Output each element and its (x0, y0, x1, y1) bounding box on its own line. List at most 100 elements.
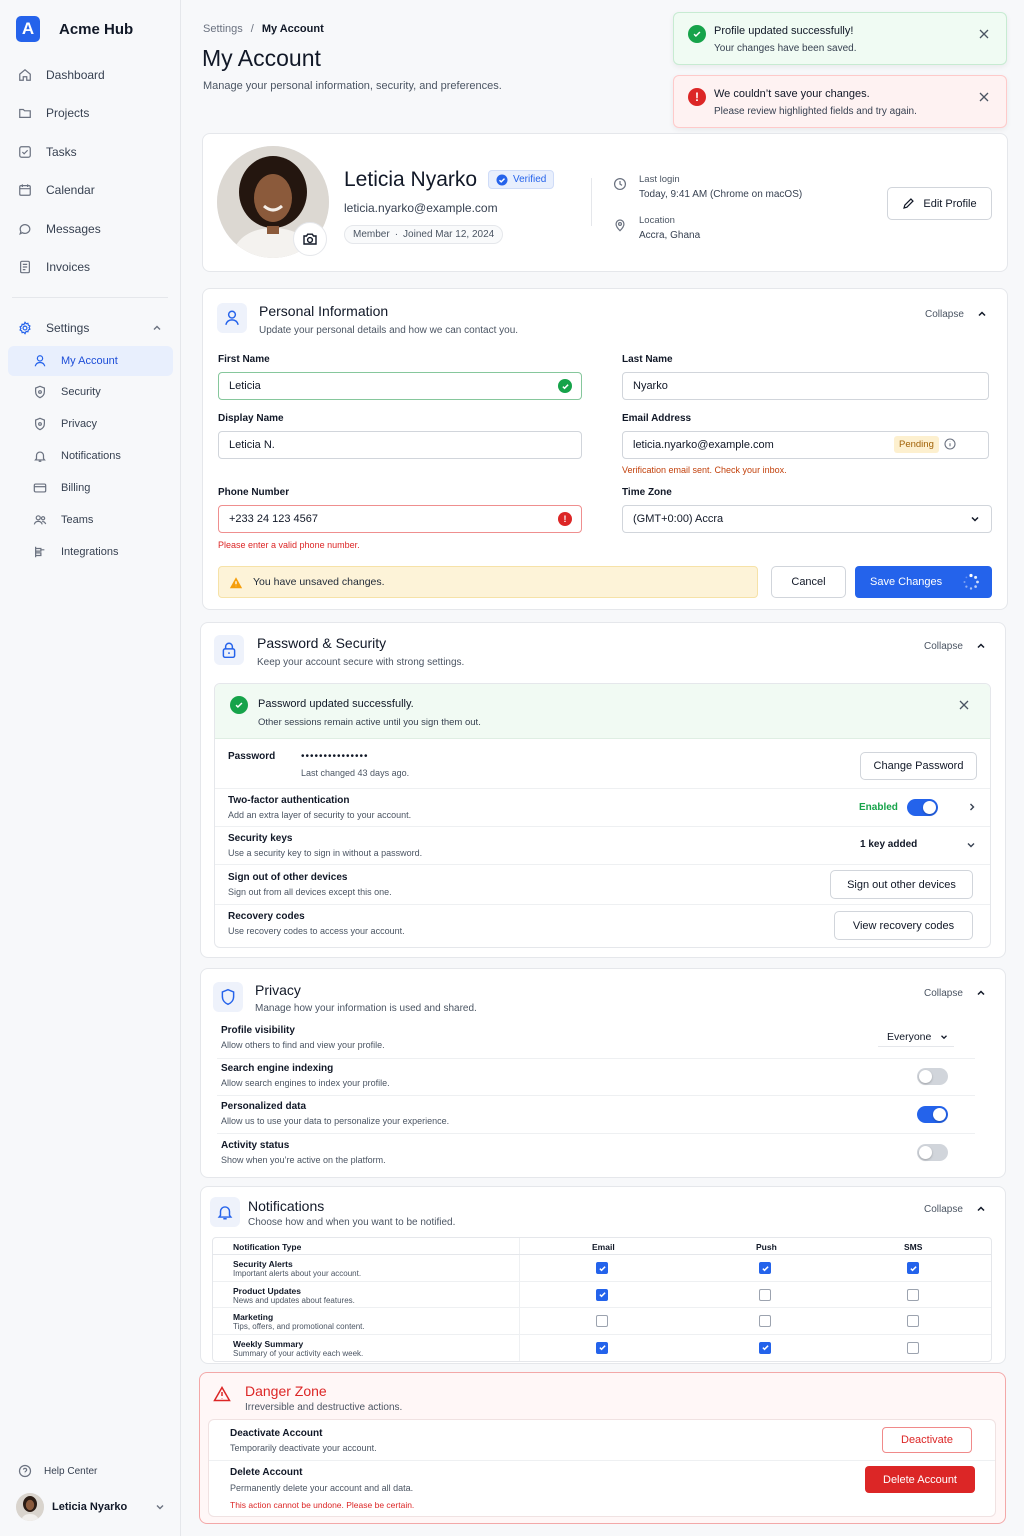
twofa-subtitle: Add an extra layer of security to your a… (228, 810, 412, 820)
view-recovery-codes-button[interactable]: View recovery codes (834, 911, 973, 940)
signout-devices-button[interactable]: Sign out other devices (830, 870, 973, 899)
collapse-button[interactable]: Collapse (925, 308, 988, 320)
brand[interactable]: A Acme Hub (16, 16, 133, 42)
toast-message: Your changes have been saved. (714, 43, 857, 54)
section-subtitle: Choose how and when you want to be notif… (248, 1217, 456, 1228)
email-checkbox[interactable] (596, 1341, 608, 1354)
email-checkbox[interactable] (596, 1262, 608, 1274)
chevron-down-icon (941, 1034, 948, 1039)
sidebar-item-my-account[interactable]: My Account (8, 346, 173, 376)
sidebar-item-settings[interactable]: Settings (8, 313, 173, 343)
toast-message: Please review highlighted fields and try… (714, 106, 917, 117)
row-divider (217, 1095, 975, 1096)
cancel-button[interactable]: Cancel (771, 566, 846, 598)
profile-card: Leticia Nyarko Verified leticia.nyarko@e… (202, 133, 1008, 272)
collapse-label: Collapse (924, 987, 963, 999)
plug-icon (35, 546, 45, 558)
joined-date: Joined Mar 12, 2024 (403, 229, 495, 240)
collapse-button[interactable]: Collapse (924, 987, 987, 999)
row-divider (215, 826, 990, 827)
breadcrumb-root[interactable]: Settings (203, 23, 243, 35)
sidebar-item-teams[interactable]: Teams (8, 505, 173, 535)
notifications-card: Notifications Choose how and when you wa… (200, 1186, 1006, 1364)
last-login-value: Today, 9:41 AM (Chrome on macOS) (639, 189, 803, 200)
sidebar-item-tasks[interactable]: Tasks (8, 137, 173, 167)
sidebar-item-notifications[interactable]: Notifications (8, 441, 173, 471)
sidebar-item-messages[interactable]: Messages (8, 214, 173, 244)
sidebar-item-label: My Account (61, 355, 118, 367)
push-checkbox[interactable] (759, 1315, 771, 1327)
sms-checkbox[interactable] (907, 1341, 919, 1354)
sidebar-item-privacy[interactable]: Privacy (8, 409, 173, 439)
email-checkbox[interactable] (596, 1288, 608, 1301)
sms-checkbox[interactable] (907, 1288, 919, 1301)
chevron-down-icon[interactable] (965, 839, 977, 851)
search-indexing-toggle[interactable] (917, 1068, 948, 1085)
email-label: Email Address (622, 413, 692, 424)
section-icon (217, 303, 247, 333)
push-checkbox[interactable] (759, 1288, 771, 1301)
collapse-button[interactable]: Collapse (924, 1203, 987, 1215)
breadcrumb-current: My Account (261, 23, 324, 35)
push-checkbox[interactable] (759, 1262, 771, 1274)
row-subtitle: Summary of your activity each week. (233, 1348, 364, 1358)
sidebar-item-projects[interactable]: Projects (8, 98, 173, 128)
email-checkbox[interactable] (596, 1315, 608, 1327)
verified-icon (496, 174, 508, 185)
sidebar-item-security[interactable]: Security (8, 377, 173, 407)
shield-icon (35, 385, 45, 399)
sidebar: A Acme Hub Dashboard Projects Tasks Cale… (0, 0, 181, 1536)
sidebar-item-billing[interactable]: Billing (8, 473, 173, 503)
close-icon[interactable] (978, 28, 990, 40)
close-icon[interactable] (958, 699, 970, 711)
collapse-button[interactable]: Collapse (924, 640, 987, 652)
breadcrumb: Settings / My Account (203, 23, 324, 35)
sidebar-item-calendar[interactable]: Calendar (8, 175, 173, 205)
chevron-up-icon (977, 1206, 985, 1212)
sidebar-item-dashboard[interactable]: Dashboard (8, 60, 173, 90)
display-name-field[interactable] (218, 431, 582, 459)
edit-profile-button[interactable]: Edit Profile (887, 187, 992, 220)
camera-icon (303, 233, 317, 245)
activity-status-toggle[interactable] (917, 1144, 948, 1161)
personal-info-card: Personal Information Update your persona… (202, 288, 1008, 610)
sidebar-item-invoices[interactable]: Invoices (8, 252, 173, 282)
toast-title: Profile updated successfully! (714, 25, 854, 37)
deactivate-button[interactable]: Deactivate (882, 1427, 972, 1453)
row-divider (215, 904, 990, 905)
home-icon (19, 68, 31, 81)
profile-visibility-select[interactable]: Everyone (878, 1027, 954, 1047)
change-photo-button[interactable] (293, 222, 327, 256)
section-title: Privacy (255, 982, 301, 998)
twofa-toggle[interactable] (907, 799, 938, 816)
push-checkbox[interactable] (759, 1341, 771, 1354)
chevron-right-icon[interactable] (966, 801, 978, 813)
personalized-data-toggle[interactable] (917, 1106, 948, 1123)
last-name-label: Last Name (622, 354, 673, 365)
save-button[interactable]: Save Changes (855, 566, 992, 598)
recovery-subtitle: Use recovery codes to access your accoun… (228, 926, 405, 936)
notifications-table: Notification Type Email Push SMS Securit… (212, 1237, 992, 1362)
first-name-field[interactable] (218, 372, 582, 400)
info-icon[interactable] (944, 438, 956, 450)
help-center-link[interactable]: Help Center (18, 1464, 97, 1478)
save-label: Save Changes (870, 576, 943, 588)
sidebar-item-label: Invoices (46, 260, 91, 274)
security-keys-status: 1 key added (860, 839, 918, 850)
password-label: Password (228, 751, 276, 762)
cancel-label: Cancel (791, 576, 826, 588)
timezone-value: (GMT+0:00) Accra (633, 513, 724, 525)
last-name-field[interactable] (622, 372, 989, 400)
security-panel: Password updated successfully. Other ses… (214, 683, 991, 948)
chevron-up-icon (977, 643, 985, 649)
sms-checkbox[interactable] (907, 1315, 919, 1327)
phone-field[interactable] (218, 505, 582, 533)
sidebar-item-integrations[interactable]: Integrations (8, 537, 173, 567)
sms-checkbox[interactable] (907, 1262, 919, 1274)
delete-account-button[interactable]: Delete Account (865, 1466, 975, 1493)
timezone-select[interactable]: (GMT+0:00) Accra (622, 505, 992, 533)
user-menu[interactable]: Leticia Nyarko (16, 1493, 166, 1521)
change-password-label: Change Password (873, 760, 964, 772)
change-password-button[interactable]: Change Password (860, 752, 977, 780)
close-icon[interactable] (978, 91, 990, 103)
